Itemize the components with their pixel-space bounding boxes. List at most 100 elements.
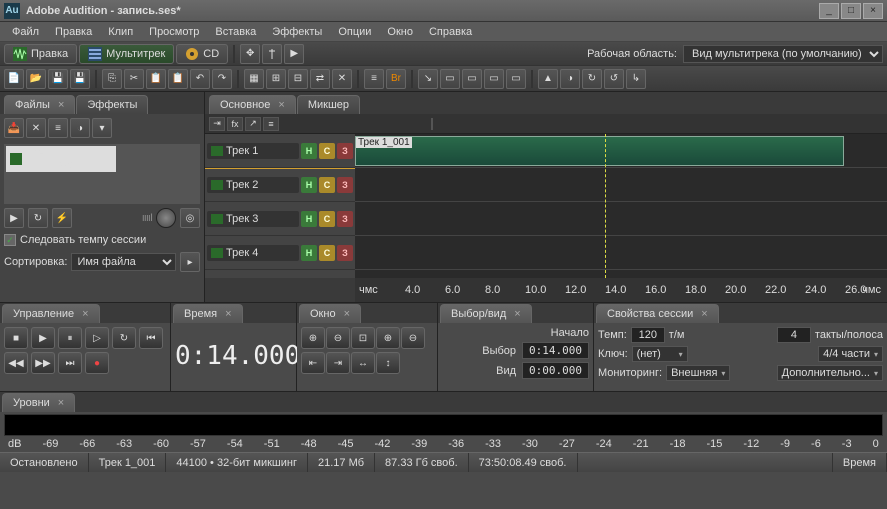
tab-time[interactable]: Время× — [173, 304, 243, 323]
mode-multitrack-button[interactable]: Мультитрек — [79, 44, 174, 64]
snap-edit-icon[interactable]: ⊟ — [288, 69, 308, 89]
overdub-icon[interactable]: ↺ — [604, 69, 624, 89]
tab-window[interactable]: Окно× — [299, 304, 361, 323]
pause-button[interactable]: ⏸ — [58, 327, 82, 349]
header-eq-icon[interactable]: ≡ — [263, 117, 279, 131]
menu-insert[interactable]: Вставка — [207, 24, 264, 40]
arm-button[interactable]: З — [337, 177, 353, 193]
header-send-icon[interactable]: ↗ — [245, 117, 261, 131]
stop-button[interactable]: ■ — [4, 327, 28, 349]
zoom-sel-icon[interactable]: ⇤ — [301, 352, 325, 374]
maximize-button[interactable]: □ — [841, 3, 861, 19]
track-lanes[interactable]: Трек 1_001 — [355, 134, 887, 278]
menu-options[interactable]: Опции — [330, 24, 379, 40]
close-icon[interactable]: × — [82, 308, 88, 320]
rewind-button[interactable]: ◀◀ — [4, 352, 28, 374]
tab-mixer[interactable]: Микшер — [297, 95, 360, 114]
zoom-out-v-icon[interactable]: ⊖ — [401, 327, 425, 349]
key-select[interactable]: (нет) — [632, 346, 688, 362]
close-icon[interactable]: × — [58, 99, 64, 111]
time-ruler[interactable]: чмс 4.0 6.0 8.0 10.0 12.0 14.0 16.0 18.0… — [355, 278, 887, 302]
mute-button[interactable]: Н — [301, 143, 317, 159]
track-name[interactable]: Трек 3 — [226, 213, 258, 225]
punch-icon[interactable]: ↳ — [626, 69, 646, 89]
arm-button[interactable]: З — [337, 143, 353, 159]
audio-clip[interactable]: Трек 1_001 — [355, 136, 844, 166]
zoom-sel-l-icon[interactable]: ⇥ — [326, 352, 350, 374]
tempo-value[interactable]: 120 — [631, 327, 665, 343]
status-time-label[interactable]: Время — [833, 453, 887, 472]
options-icon[interactable]: ▾ — [92, 118, 112, 138]
open-file-icon[interactable]: 📂 — [26, 69, 46, 89]
close-icon[interactable]: × — [58, 397, 64, 409]
snap-icon[interactable]: ⊞ — [266, 69, 286, 89]
import-icon[interactable]: 📥 — [4, 118, 24, 138]
zoom-full-icon[interactable]: ⊡ — [351, 327, 375, 349]
close-icon[interactable]: × — [278, 99, 284, 111]
paste-icon[interactable]: 📋 — [146, 69, 166, 89]
close-icon[interactable]: × — [514, 308, 520, 320]
copy-icon[interactable]: ⎘ — [102, 69, 122, 89]
crossfade-icon[interactable]: ✕ — [332, 69, 352, 89]
menu-clip[interactable]: Клип — [100, 24, 141, 40]
sel-choice-value[interactable]: 0:14.000 — [522, 342, 589, 359]
tool-move-icon[interactable]: ✥ — [240, 44, 260, 64]
mode-cd-button[interactable]: CD — [176, 44, 228, 64]
tab-selection[interactable]: Выбор/вид× — [440, 304, 532, 323]
tool-scrub-icon[interactable]: ▶ — [284, 44, 304, 64]
menu-window[interactable]: Окно — [379, 24, 421, 40]
beats-value[interactable]: 4 — [777, 327, 811, 343]
solo-button[interactable]: С — [319, 211, 335, 227]
mute-button[interactable]: Н — [301, 245, 317, 261]
close-icon[interactable]: × — [701, 308, 707, 320]
track-header-3[interactable]: Трек 3 Н С З — [205, 202, 355, 236]
monitoring-select[interactable]: Внешняя — [666, 365, 730, 381]
panel-menu-icon[interactable]: ▸ — [180, 252, 200, 272]
track-lane-4[interactable] — [355, 236, 887, 270]
tab-transport[interactable]: Управление× — [2, 304, 100, 323]
burn-icon[interactable]: Br — [386, 69, 406, 89]
advanced-button[interactable]: Дополнительно... — [777, 365, 883, 381]
tool-c-icon[interactable]: ▭ — [462, 69, 482, 89]
menu-help[interactable]: Справка — [421, 24, 480, 40]
save-icon[interactable]: 💾 — [48, 69, 68, 89]
insert-track-icon[interactable]: ≡ — [364, 69, 384, 89]
tab-main[interactable]: Основное× — [209, 95, 296, 114]
menu-view[interactable]: Просмотр — [141, 24, 207, 40]
play-button[interactable]: ▶ — [31, 327, 55, 349]
record-button[interactable]: ● — [85, 352, 109, 374]
track-name[interactable]: Трек 2 — [226, 179, 258, 191]
time-sig-select[interactable]: 4/4 части — [818, 346, 883, 362]
solo-button[interactable]: С — [319, 143, 335, 159]
track-header-2[interactable]: Трек 2 Н С З — [205, 168, 355, 202]
volume-knob[interactable] — [156, 208, 176, 228]
track-name[interactable]: Трек 4 — [226, 247, 258, 259]
mute-button[interactable]: Н — [301, 211, 317, 227]
track-lane-2[interactable] — [355, 168, 887, 202]
follow-tempo-checkbox[interactable]: ✓ — [4, 234, 16, 246]
zoom-sel-r-icon[interactable]: ↔ — [351, 352, 375, 374]
minimize-button[interactable]: _ — [819, 3, 839, 19]
sort-select[interactable]: Имя файла — [71, 253, 176, 271]
group-icon[interactable]: ▦ — [244, 69, 264, 89]
go-start-button[interactable]: ⏮ — [139, 327, 163, 349]
ripple-icon[interactable]: ⇄ — [310, 69, 330, 89]
arm-button[interactable]: З — [337, 211, 353, 227]
loop-file-icon[interactable]: ↻ — [28, 208, 48, 228]
zoom-in-v-icon[interactable]: ⊕ — [376, 327, 400, 349]
undo-icon[interactable]: ↶ — [190, 69, 210, 89]
track-header-1[interactable]: Трек 1 Н С З — [205, 134, 355, 168]
tool-d-icon[interactable]: ▭ — [484, 69, 504, 89]
insert-multitrack-icon[interactable]: ≡ — [48, 118, 68, 138]
playhead[interactable] — [605, 134, 606, 278]
track-name[interactable]: Трек 1 — [226, 145, 258, 157]
track-header-4[interactable]: Трек 4 Н С З — [205, 236, 355, 270]
new-file-icon[interactable]: 📄 — [4, 69, 24, 89]
track-lane-3[interactable] — [355, 202, 887, 236]
menu-file[interactable]: Файл — [4, 24, 47, 40]
zoom-prev-icon[interactable]: ↕ — [376, 352, 400, 374]
menu-edit[interactable]: Правка — [47, 24, 100, 40]
header-fx-icon[interactable]: fx — [227, 117, 243, 131]
close-file-icon[interactable]: ✕ — [26, 118, 46, 138]
zoom-out-h-icon[interactable]: ⊖ — [326, 327, 350, 349]
